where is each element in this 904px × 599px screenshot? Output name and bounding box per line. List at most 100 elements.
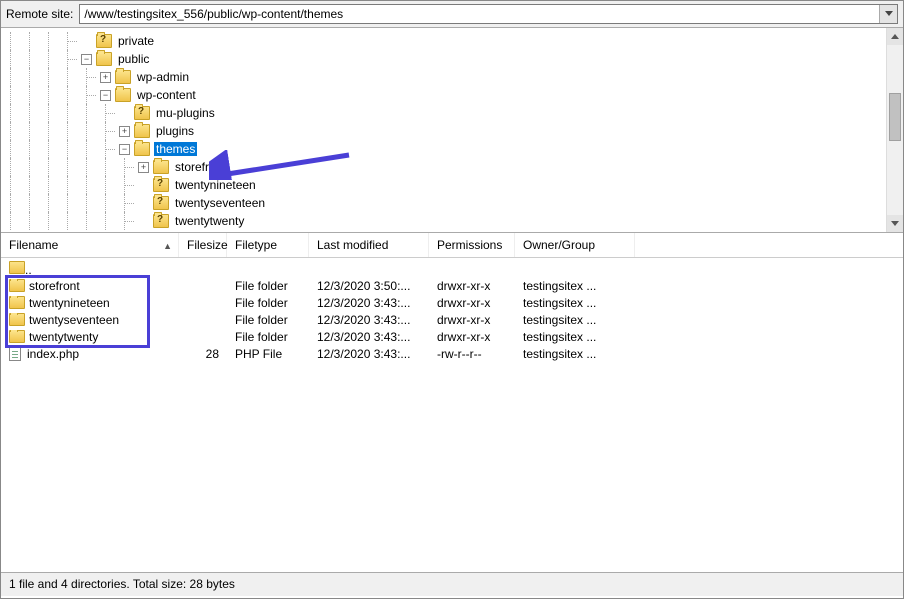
col-header-filetype[interactable]: Filetype <box>227 233 309 257</box>
directory-tree-pane: private − public + wp-admin − wp-content mu-plu… <box>1 28 903 233</box>
tree-item-label: themes <box>154 142 197 156</box>
scroll-thumb[interactable] <box>889 93 901 141</box>
folder-icon <box>9 279 25 292</box>
toggle-spacer <box>138 216 149 227</box>
tree-item-wp-admin[interactable]: + wp-admin <box>1 68 903 86</box>
tree-item-label: twentyseventeen <box>173 196 267 210</box>
chevron-up-icon <box>891 34 899 40</box>
expand-toggle[interactable]: + <box>138 162 149 173</box>
tree-item-storefront[interactable]: +storefront <box>1 158 903 176</box>
collapse-toggle[interactable]: − <box>81 54 92 65</box>
tree-scrollbar[interactable] <box>886 28 903 232</box>
col-header-modified[interactable]: Last modified <box>309 233 429 257</box>
file-owner: testingsitex ... <box>515 313 635 327</box>
file-owner: testingsitex ... <box>515 296 635 310</box>
file-name: twentytwenty <box>29 330 98 344</box>
php-file-icon <box>9 347 21 361</box>
parent-dir-label: .. <box>25 263 32 277</box>
tree-item-public[interactable]: − public <box>1 50 903 68</box>
folder-icon <box>134 106 150 120</box>
file-row[interactable]: storefrontFile folder12/3/2020 3:50:...d… <box>1 277 903 294</box>
file-modified: 12/3/2020 3:43:... <box>309 313 429 327</box>
folder-icon <box>9 296 25 309</box>
tree-item-label: public <box>116 52 151 66</box>
collapse-toggle[interactable]: − <box>119 144 130 155</box>
status-bar: 1 file and 4 directories. Total size: 28… <box>1 572 903 596</box>
file-modified: 12/3/2020 3:43:... <box>309 296 429 310</box>
tree-item-label: twentytwenty <box>173 214 246 228</box>
file-type: File folder <box>227 296 309 310</box>
tree-item-wp-content[interactable]: − wp-content <box>1 86 903 104</box>
tree-item-label: wp-admin <box>135 70 191 84</box>
chevron-down-icon <box>891 221 899 227</box>
collapse-toggle[interactable]: − <box>100 90 111 101</box>
tree-item-themes[interactable]: − themes <box>1 140 903 158</box>
folder-icon <box>115 70 131 84</box>
scroll-up-button[interactable] <box>887 28 903 45</box>
path-field-wrap <box>79 4 898 24</box>
file-row[interactable]: twentynineteen File folder12/3/2020 3:43:… <box>1 294 903 311</box>
col-header-filename-label: Filename <box>9 238 58 252</box>
file-list-pane: Filename ▲ Filesize Filetype Last modifie… <box>1 233 903 572</box>
toggle-spacer <box>138 180 149 191</box>
tree-item-label: wp-content <box>135 88 198 102</box>
col-header-filename[interactable]: Filename ▲ <box>1 233 179 257</box>
file-name: twentyseventeen <box>29 313 119 327</box>
file-type: File folder <box>227 313 309 327</box>
file-owner: testingsitex ... <box>515 330 635 344</box>
file-modified: 12/3/2020 3:43:... <box>309 330 429 344</box>
col-header-owner[interactable]: Owner/Group <box>515 233 635 257</box>
folder-icon <box>115 88 131 102</box>
file-modified: 12/3/2020 3:50:... <box>309 279 429 293</box>
remote-path-input[interactable] <box>80 5 879 23</box>
tree-item-label: twentynineteen <box>173 178 258 192</box>
file-list-body[interactable]: .. storefrontFile folder12/3/2020 3:50:.… <box>1 258 903 572</box>
toggle-spacer <box>81 36 92 47</box>
file-name: twentynineteen <box>29 296 110 310</box>
folder-icon <box>9 313 25 326</box>
folder-icon <box>9 330 25 343</box>
folder-icon <box>153 178 169 192</box>
tree-item-plugins[interactable]: + plugins <box>1 122 903 140</box>
file-type: PHP File <box>227 347 309 361</box>
col-header-permissions[interactable]: Permissions <box>429 233 515 257</box>
scroll-down-button[interactable] <box>887 215 903 232</box>
parent-dir-row[interactable]: .. <box>1 260 903 277</box>
file-permissions: -rw-r--r-- <box>429 347 515 361</box>
remote-site-bar: Remote site: <box>1 1 903 28</box>
folder-icon <box>153 160 169 174</box>
sort-asc-icon: ▲ <box>163 241 172 251</box>
toggle-spacer <box>138 198 149 209</box>
remote-site-label: Remote site: <box>6 7 73 21</box>
tree-item-label: plugins <box>154 124 196 138</box>
tree-item-twentytwenty[interactable]: twentytwenty <box>1 212 903 230</box>
file-row[interactable]: twentyseventeen File folder12/3/2020 3:43… <box>1 311 903 328</box>
folder-icon <box>96 34 112 48</box>
tree-item-mu-plugins[interactable]: mu-plugins <box>1 104 903 122</box>
col-header-filesize[interactable]: Filesize <box>179 233 227 257</box>
tree-item-twentyseventeen[interactable]: twentyseventeen <box>1 194 903 212</box>
file-modified: 12/3/2020 3:43:... <box>309 347 429 361</box>
folder-icon <box>153 196 169 210</box>
tree-item-twentynineteen[interactable]: twentynineteen <box>1 176 903 194</box>
file-permissions: drwxr-xr-x <box>429 296 515 310</box>
file-name: index.php <box>27 347 79 361</box>
file-owner: testingsitex ... <box>515 347 635 361</box>
scroll-track[interactable] <box>887 45 903 215</box>
expand-toggle[interactable]: + <box>119 126 130 137</box>
file-name: storefront <box>29 279 80 293</box>
tree-item-private[interactable]: private <box>1 32 903 50</box>
file-owner: testingsitex ... <box>515 279 635 293</box>
file-row[interactable]: index.php28PHP File12/3/2020 3:43:...-rw… <box>1 345 903 362</box>
chevron-down-icon <box>885 11 893 17</box>
folder-icon <box>134 142 150 156</box>
toggle-spacer <box>119 108 130 119</box>
folder-icon <box>153 214 169 228</box>
folder-up-icon <box>9 261 25 274</box>
file-permissions: drwxr-xr-x <box>429 313 515 327</box>
expand-toggle[interactable]: + <box>100 72 111 83</box>
folder-icon <box>134 124 150 138</box>
file-row[interactable]: twentytwentyFile folder12/3/2020 3:43:..… <box>1 328 903 345</box>
path-dropdown-button[interactable] <box>879 5 897 23</box>
file-list-header: Filename ▲ Filesize Filetype Last modifie… <box>1 233 903 258</box>
